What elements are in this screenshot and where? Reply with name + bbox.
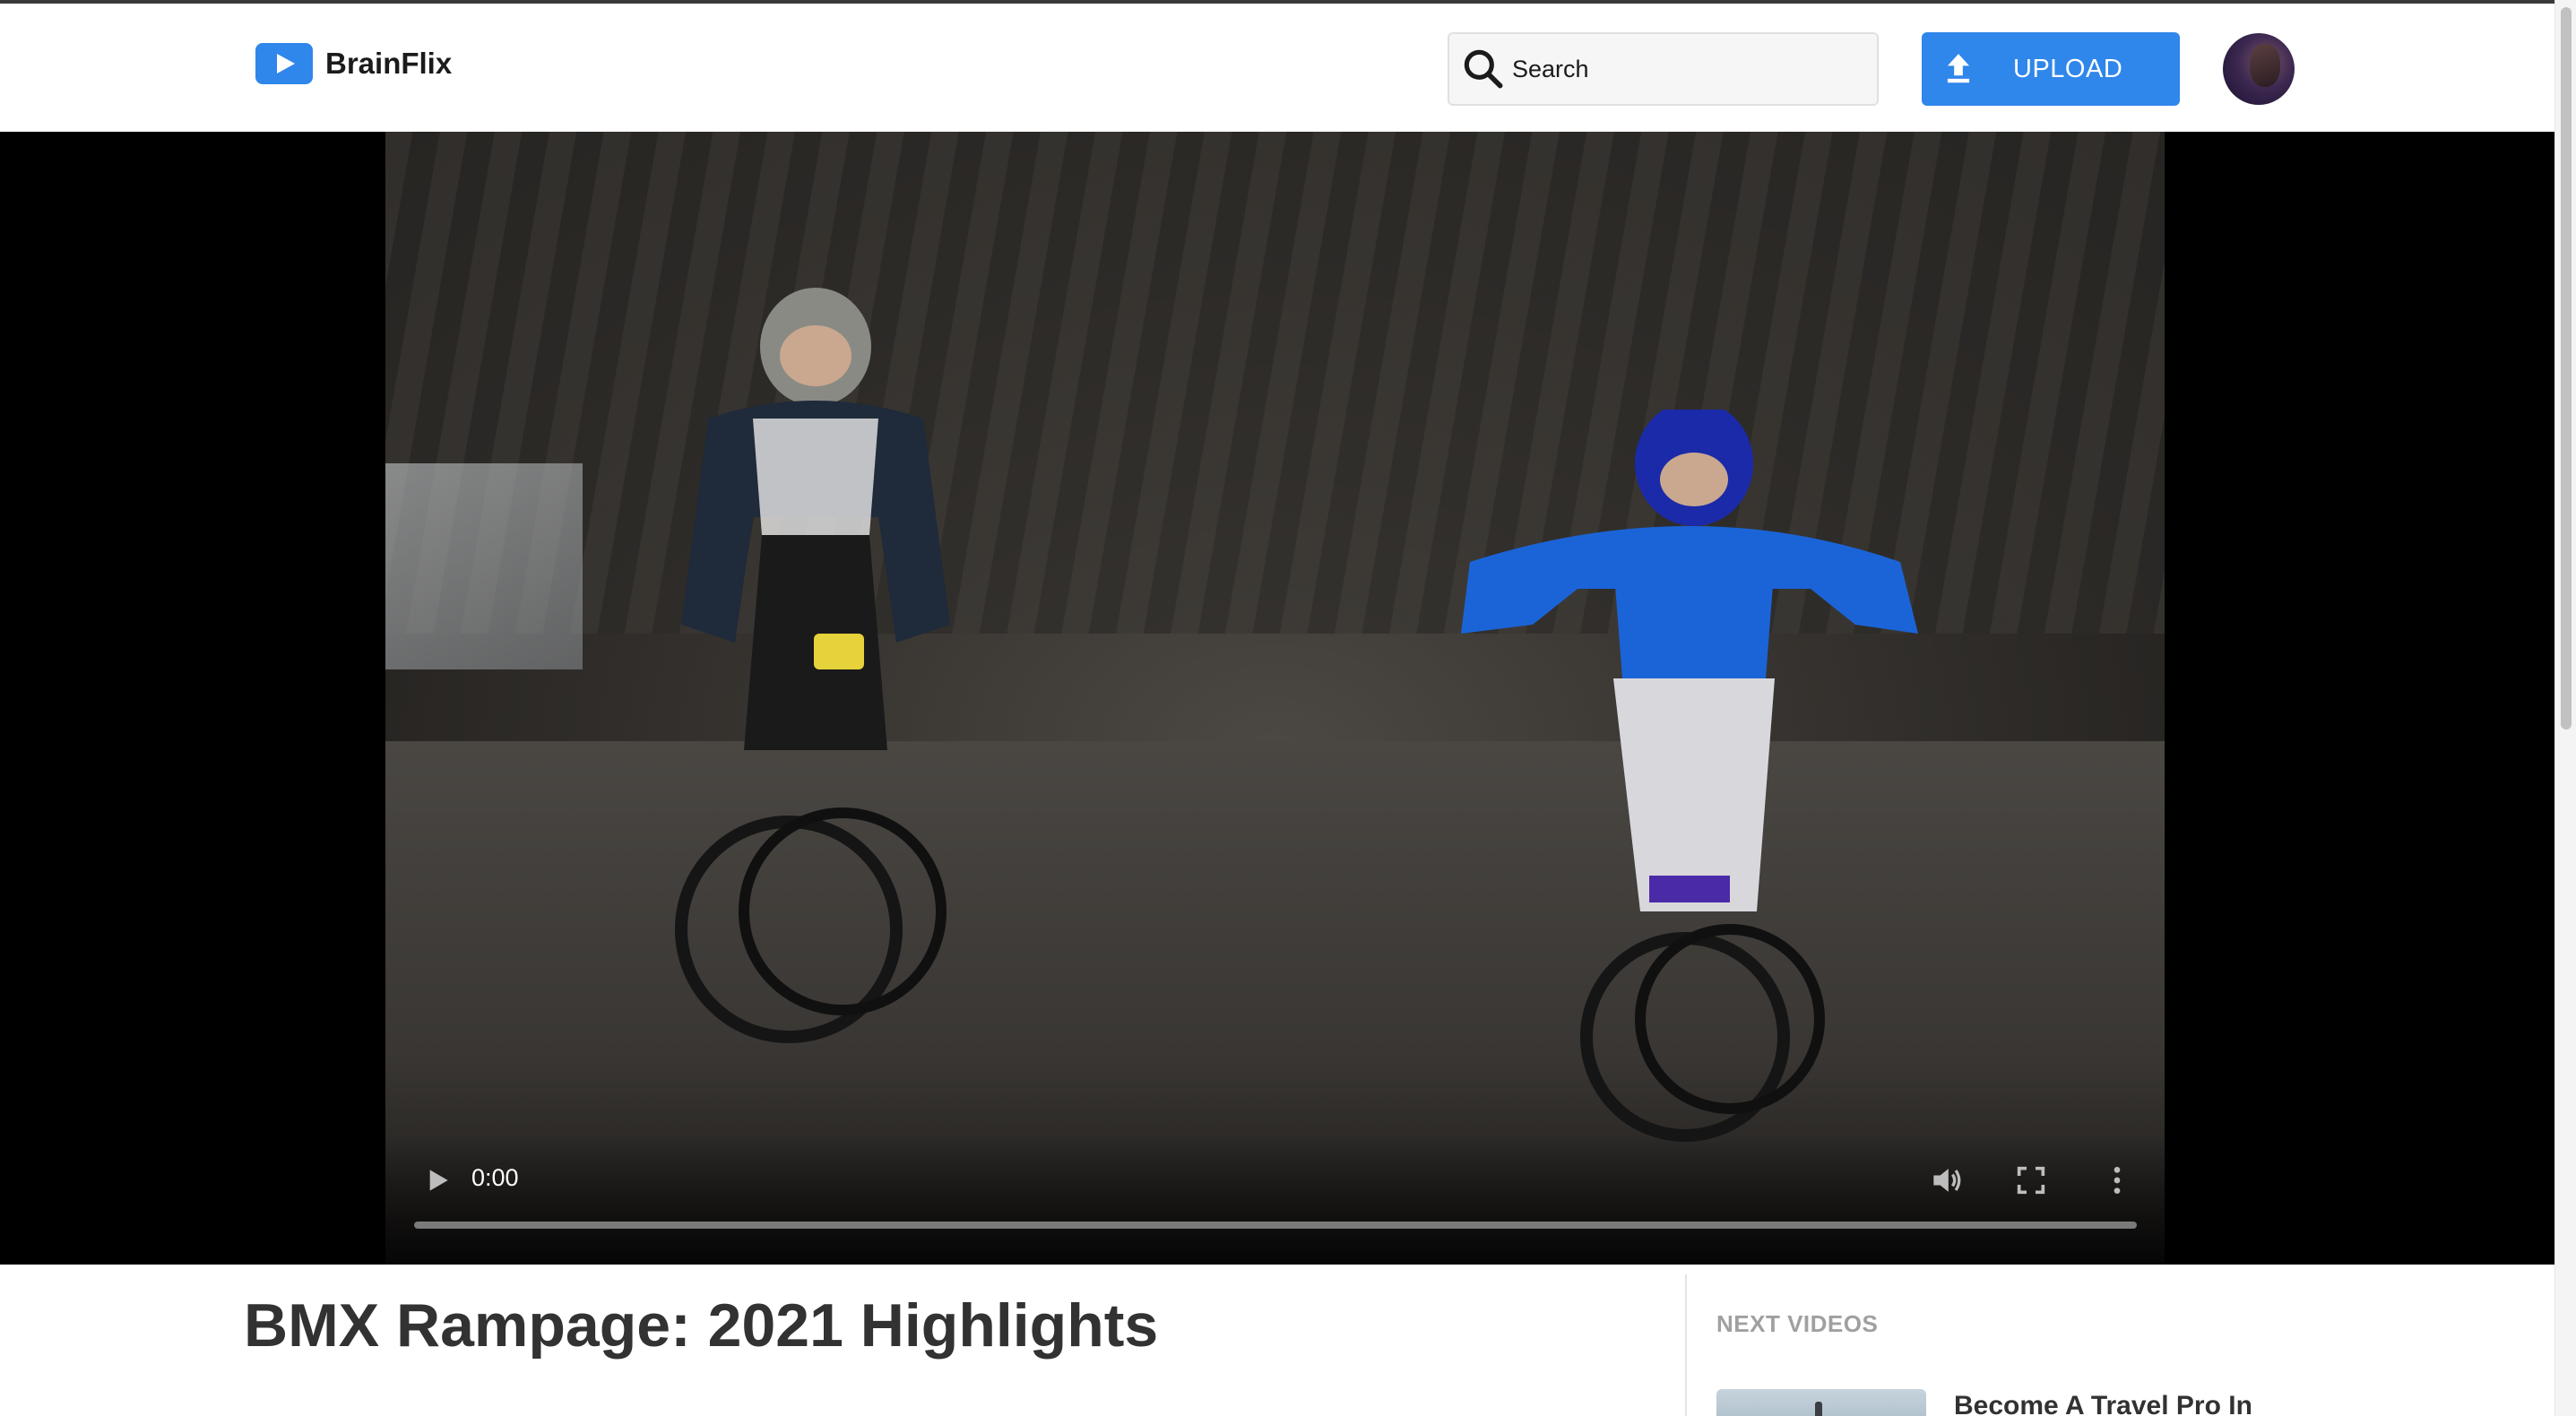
thumbnail-figure [1815,1402,1822,1416]
site-header: BrainFlix UPLOAD [0,4,2554,132]
video-controls-bar [385,1135,2165,1265]
logo-play-icon [255,43,313,84]
more-options-icon[interactable] [2099,1162,2135,1198]
upload-button[interactable]: UPLOAD [1922,32,2180,106]
video-current-time: 0:00 [471,1164,519,1191]
upload-icon [1947,54,1970,83]
video-progress-bar[interactable] [414,1222,2137,1229]
avatar-face [2250,44,2280,87]
scrollbar-thumb[interactable] [2561,7,2572,730]
next-video-thumbnail[interactable] [1716,1389,1926,1416]
logo-text: BrainFlix [325,47,453,80]
next-videos-heading: NEXT VIDEOS [1716,1310,1879,1337]
next-video-item[interactable]: Become A Travel Pro In [1716,1389,2451,1416]
search-input[interactable] [1512,55,1853,83]
user-avatar[interactable] [2223,33,2295,105]
fullscreen-icon[interactable] [2013,1162,2049,1198]
next-video-title[interactable]: Become A Travel Pro In [1954,1391,2252,1416]
video-frame-rider-right [1461,410,1918,1142]
video-player[interactable]: 0:00 [385,132,2165,1265]
search-icon [1464,49,1503,89]
search-bar[interactable] [1448,32,1879,106]
volume-icon[interactable] [1927,1161,1967,1200]
video-frame-rider-left [675,288,950,1043]
play-icon[interactable] [419,1162,455,1198]
content-divider [1685,1274,1687,1416]
page-scrollbar[interactable] [2554,0,2576,1416]
video-title: BMX Rampage: 2021 Highlights [244,1291,1159,1360]
upload-button-label: UPLOAD [2013,54,2123,83]
video-frame-window [385,463,583,669]
brainflix-logo[interactable]: BrainFlix [255,41,452,86]
